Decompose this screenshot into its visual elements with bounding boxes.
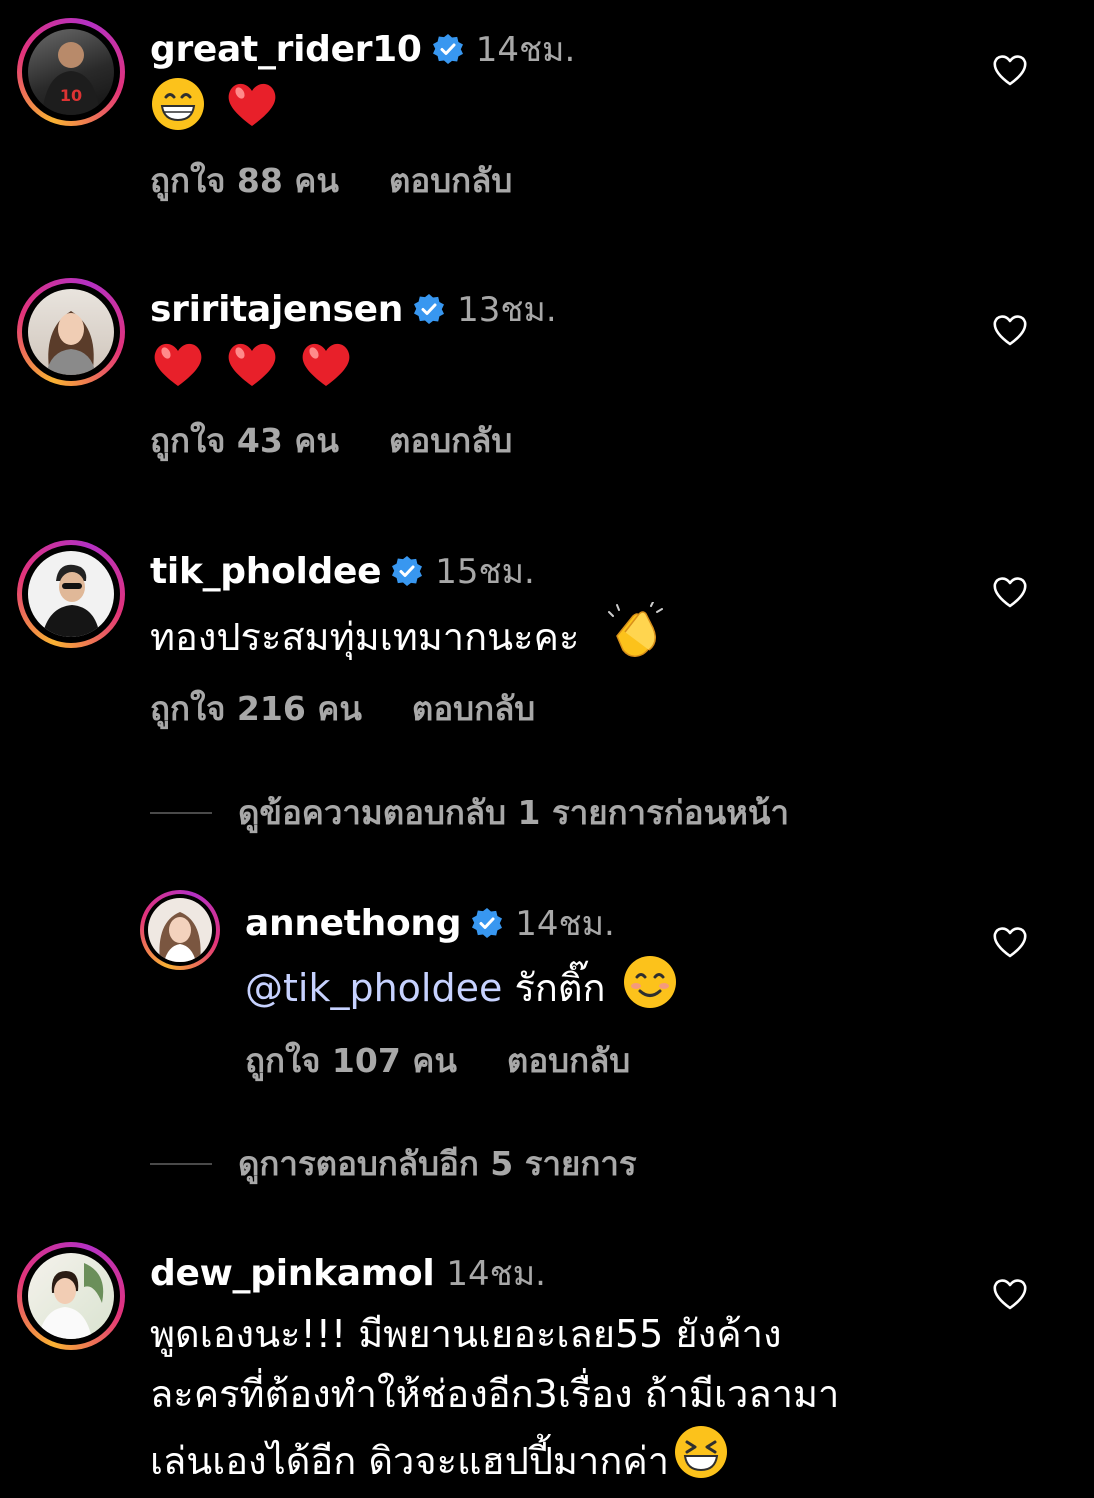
like-count[interactable]: ถูกใจ 107 คน [245,1034,457,1087]
comment-great-rider10: 10 great_rider10 14ชม. ถูกใจ 88 คน ตอบกล… [0,0,1094,250]
reply-button[interactable]: ตอบกลับ [412,682,535,735]
comment-tik-pholdee: tik_pholdee 15ชม. ทองประสมทุ่มเทมากนะคะ … [0,522,1094,742]
username[interactable]: tik_pholdee [150,551,382,592]
timestamp: 14ชม. [515,904,615,944]
divider [150,811,212,814]
divider [150,1162,212,1165]
avatar[interactable] [17,278,125,386]
comment-dew-pinkamol: dew_pinkamol 14ชม. พูดเองนะ!!! มีพยานเยอ… [0,1224,1094,1498]
reply-annethong: annethong 14ชม. @tik_pholdee รักติ๊ก ถูก… [0,880,1094,1080]
username[interactable]: annethong [245,903,462,944]
username[interactable]: great_rider10 [150,29,422,70]
verified-badge-icon [432,34,463,64]
grinning-face-icon [150,76,206,149]
red-heart-icon [224,76,280,149]
comment-line-with-emoji: เล่นเองได้อีก ดิวจะแฮปปี้มากค่า [150,1424,839,1497]
like-count[interactable]: ถูกใจ 216 คน [150,682,362,735]
view-more-replies-label[interactable]: ดูการตอบกลับอีก 5 รายการ [238,1137,637,1190]
like-count[interactable]: ถูกใจ 88 คน [150,154,339,207]
comment-text: ทองประสมทุ่มเทมากนะคะ [150,601,664,677]
reply-button[interactable]: ตอบกลับ [389,414,512,467]
comment-text: พูดเองนะ!!! มีพยานเยอะเลย55 ยังค้าง ละคร… [150,1304,839,1497]
like-heart-icon[interactable] [992,925,1028,959]
red-heart-icon [224,336,280,409]
timestamp: 13ชม. [457,290,557,330]
verified-badge-icon [472,908,503,938]
reply-button[interactable]: ตอบกลับ [507,1034,630,1087]
avatar[interactable] [140,890,220,970]
mention-link[interactable]: @tik_pholdee [245,966,502,1010]
comment-line: พูดเองนะ!!! มีพยานเยอะเลย55 ยังค้าง [150,1312,782,1356]
comment-sriritajensen: sriritajensen 13ชม. ถูกใจ 43 คน ตอบกลับ [0,260,1094,510]
timestamp: 15ชม. [435,552,535,592]
comment-line: ละครที่ต้องทำให้ช่องอีก3เรื่อง ถ้ามีเวลา… [150,1372,840,1416]
red-heart-icon [298,336,354,409]
comment-line: เล่นเองได้อีก ดิวจะแฮปปี้มากค่า [150,1438,670,1483]
comment-text [150,76,280,149]
view-previous-replies[interactable]: ดูข้อความตอบกลับ 1 รายการก่อนหน้า [150,786,789,839]
timestamp: 14ชม. [446,1254,546,1294]
verified-badge-icon [414,294,445,324]
clapping-hands-icon [605,601,664,677]
comment-body: รักติ๊ก [502,966,606,1010]
like-heart-icon[interactable] [992,313,1028,347]
laughing-face-icon [673,1424,729,1497]
like-count[interactable]: ถูกใจ 43 คน [150,414,339,467]
avatar[interactable] [17,540,125,648]
like-heart-icon[interactable] [992,575,1028,609]
like-heart-icon[interactable] [992,53,1028,87]
avatar[interactable] [17,1242,125,1350]
view-previous-replies-label[interactable]: ดูข้อความตอบกลับ 1 รายการก่อนหน้า [238,786,789,839]
comment-body: ทองประสมทุ่มเทมากนะคะ [150,615,580,659]
comment-text [150,336,354,409]
red-heart-icon [150,336,206,409]
smiling-face-icon [622,954,678,1027]
comment-text: @tik_pholdee รักติ๊ก [245,954,678,1027]
reply-button[interactable]: ตอบกลับ [389,154,512,207]
username[interactable]: sriritajensen [150,289,403,330]
svg-text:10: 10 [60,86,82,105]
verified-badge-icon [392,556,423,586]
timestamp: 14ชม. [475,30,576,70]
like-heart-icon[interactable] [992,1277,1028,1311]
view-more-replies[interactable]: ดูการตอบกลับอีก 5 รายการ [150,1137,637,1190]
avatar[interactable]: 10 [17,18,125,126]
username[interactable]: dew_pinkamol [150,1253,435,1294]
